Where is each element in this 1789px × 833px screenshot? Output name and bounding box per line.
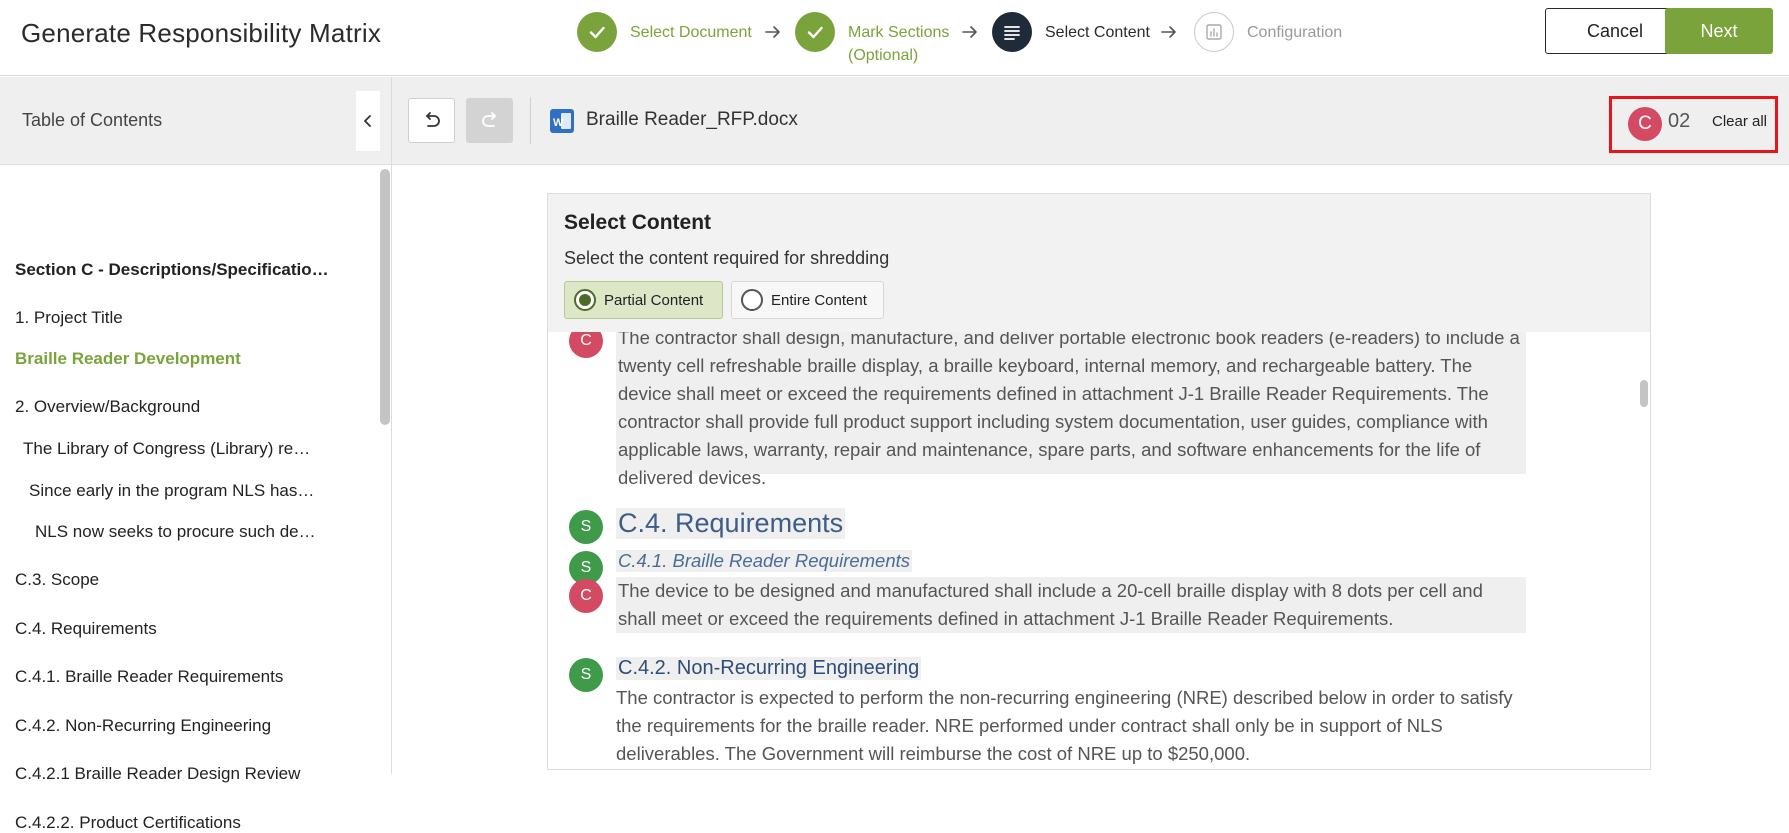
header-bar: Generate Responsibility Matrix Select Do… — [0, 0, 1789, 76]
subsection-heading[interactable]: C.4.2. Non-Recurring Engineering — [616, 657, 922, 680]
content-marker[interactable]: C — [569, 579, 603, 613]
toc-item-active[interactable]: Braille Reader Development — [15, 349, 335, 369]
toc-item[interactable]: 1. Project Title — [15, 308, 335, 328]
panel-subtitle: Select the content required for shreddin… — [564, 248, 890, 268]
toc-item[interactable]: The Library of Congress (Library) re… — [23, 439, 343, 459]
content-tag-count: 02 — [1668, 110, 1691, 132]
toc-item[interactable]: C.4.2.1 Braille Reader Design Review — [15, 764, 335, 784]
document-name: Braille Reader_RFP.docx — [586, 109, 798, 130]
arrow-right-icon — [1161, 26, 1176, 38]
panel-header: Select Content Select the content requir… — [548, 194, 1650, 332]
radio-selected-icon — [574, 289, 596, 311]
toc-item[interactable]: NLS now seeks to procure such de… — [35, 522, 355, 542]
toc-sidebar: Table of Contents Section C - Descriptio… — [0, 77, 392, 832]
radio-unselected-icon — [741, 289, 763, 311]
toolbar-divider — [530, 97, 531, 144]
document-toolbar: W Braille Reader_RFP.docx C 02 Clear all — [392, 77, 1789, 165]
toc-item[interactable]: C.3. Scope — [15, 570, 335, 590]
option-label: Entire Content — [771, 291, 867, 309]
toc-item[interactable]: C.4. Requirements — [15, 619, 335, 639]
redo-icon — [481, 111, 496, 127]
subsection-heading[interactable]: C.4.1. Braille Reader Requirements — [616, 550, 913, 572]
content-tag-avatar: C — [1628, 107, 1662, 141]
arrow-right-icon — [765, 26, 780, 38]
sidebar-header: Table of Contents — [0, 77, 391, 165]
section-marker[interactable]: S — [569, 658, 603, 692]
step-configuration[interactable]: Configuration — [1194, 12, 1342, 52]
check-icon — [795, 12, 835, 52]
partial-content-option[interactable]: Partial Content — [564, 281, 723, 319]
list-lines-icon — [992, 12, 1032, 52]
content-paragraph[interactable]: The device to be designed and manufactur… — [616, 577, 1526, 633]
toc-item[interactable]: C.4.2. Non-Recurring Engineering — [15, 716, 335, 736]
sidebar-title: Table of Contents — [22, 110, 163, 130]
undo-button[interactable] — [408, 98, 455, 143]
document-content: C The contractor shall design, manufactu… — [548, 332, 1650, 769]
chevron-left-icon — [364, 115, 371, 127]
chart-icon — [1194, 12, 1234, 52]
arrow-right-icon — [962, 26, 977, 38]
toc-item[interactable]: Since early in the program NLS has… — [29, 481, 349, 501]
toc-item[interactable]: C.4.1. Braille Reader Requirements — [15, 667, 335, 687]
svg-text:W: W — [553, 117, 564, 129]
cancel-button[interactable]: Cancel — [1545, 8, 1685, 54]
entire-content-option[interactable]: Entire Content — [731, 281, 884, 319]
option-label: Partial Content — [604, 291, 704, 309]
toc-item[interactable]: Section C - Descriptions/Specificatio… — [15, 260, 335, 280]
page-title: Generate Responsibility Matrix — [21, 18, 382, 48]
step-label: Select Document — [630, 24, 752, 41]
next-button[interactable]: Next — [1665, 8, 1773, 54]
content-paragraph[interactable]: The contractor shall design, manufacture… — [616, 332, 1526, 488]
sidebar-scrollbar[interactable] — [380, 169, 390, 425]
step-mark-sections[interactable]: Mark Sections (Optional) — [795, 12, 949, 67]
undo-icon — [425, 111, 440, 127]
section-heading[interactable]: C.4. Requirements — [616, 508, 846, 539]
step-label: Mark Sections (Optional) — [848, 21, 949, 67]
panel-title: Select Content — [564, 211, 712, 234]
step-label: Configuration — [1247, 24, 1343, 41]
word-document-icon: W — [550, 109, 574, 133]
check-icon — [577, 12, 617, 52]
redo-button[interactable] — [466, 98, 513, 143]
step-select-content[interactable]: Select Content — [992, 12, 1150, 52]
step-label-main: Mark Sections — [848, 24, 950, 41]
content-paragraph[interactable]: The contractor is expected to perform th… — [616, 684, 1536, 768]
clear-all-link[interactable]: Clear all — [1712, 113, 1767, 130]
step-select-document[interactable]: Select Document — [577, 12, 752, 52]
step-label-sub: (Optional) — [848, 47, 919, 64]
step-label: Select Content — [1045, 24, 1150, 41]
content-scrollbar[interactable] — [1640, 380, 1648, 407]
section-marker[interactable]: S — [569, 510, 603, 544]
toc-item[interactable]: 2. Overview/Background — [15, 397, 335, 417]
select-content-panel: Select Content Select the content requir… — [547, 193, 1651, 770]
toc-item[interactable]: C.4.2.2. Product Certifications — [15, 813, 335, 833]
content-marker[interactable]: C — [569, 332, 603, 358]
collapse-sidebar-button[interactable] — [356, 91, 380, 151]
